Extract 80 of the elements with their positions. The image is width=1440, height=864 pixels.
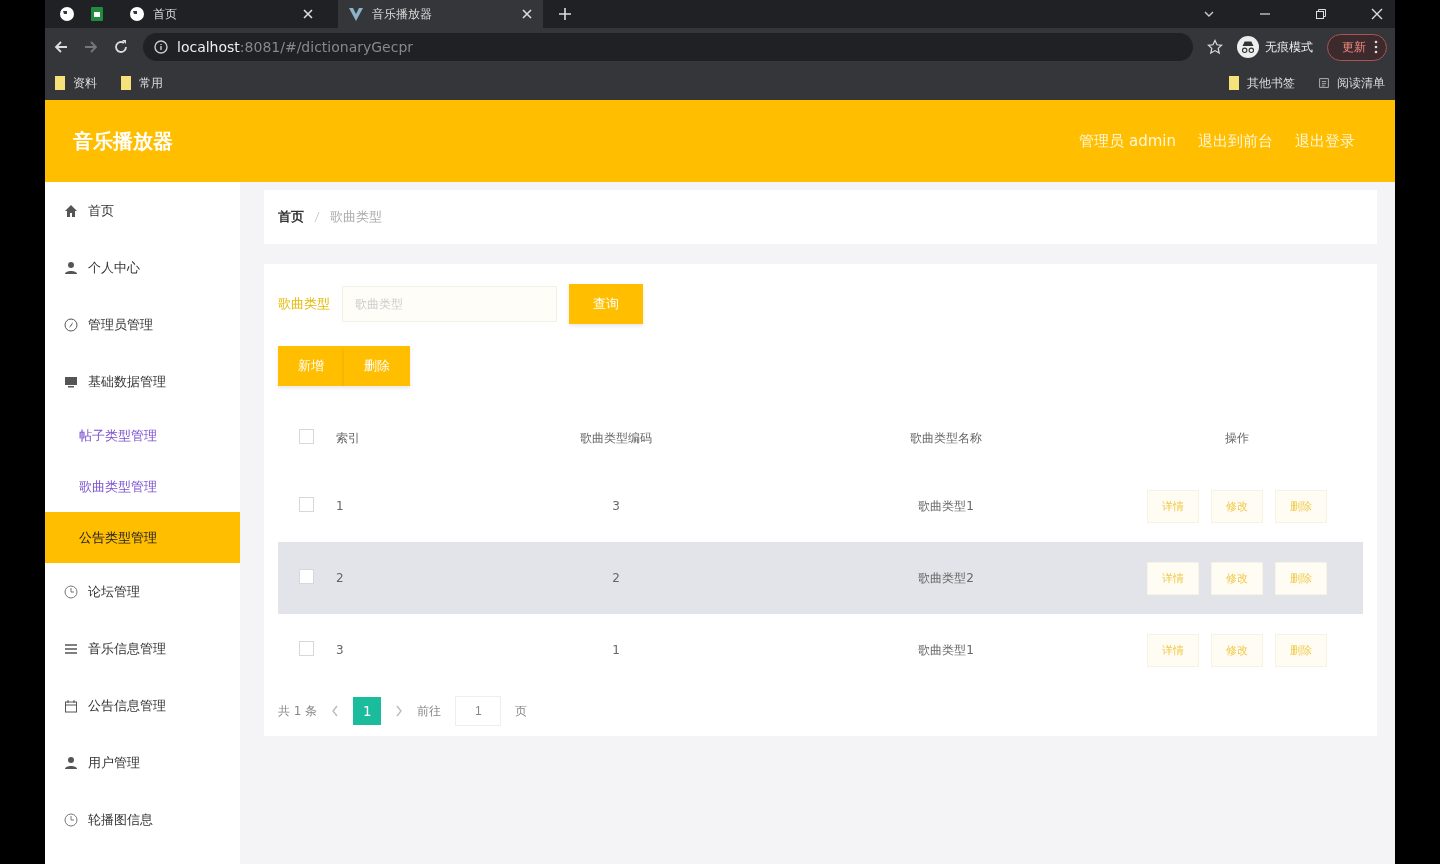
plus-icon[interactable]: [557, 6, 573, 22]
user-icon: [64, 755, 78, 770]
incognito-label: 无痕模式: [1265, 38, 1313, 56]
table-cell-text: 歌曲类型1: [917, 497, 975, 515]
globe-icon[interactable]: [59, 6, 75, 22]
checkbox[interactable]: [299, 569, 314, 584]
clock-icon: [64, 812, 78, 827]
folder-icon: [121, 76, 131, 90]
submenu-item[interactable]: 歌曲类型管理: [45, 461, 240, 512]
column-header: 索引: [335, 429, 361, 447]
forward-arrow-icon[interactable]: [83, 39, 99, 55]
total-count: 共 1 条: [278, 702, 318, 720]
close-icon[interactable]: [302, 8, 314, 20]
update-button[interactable]: 更新: [1327, 33, 1387, 61]
monitor-icon: [64, 374, 78, 389]
checkbox[interactable]: [299, 429, 314, 444]
submenu-item[interactable]: 公告类型管理: [45, 512, 240, 563]
compass-icon: [64, 317, 78, 332]
incognito-icon: [1237, 36, 1259, 58]
page-input[interactable]: 1: [455, 696, 502, 726]
table-cell: 2: [335, 542, 451, 614]
close-icon[interactable]: [1371, 8, 1383, 20]
v-logo-icon: [348, 6, 364, 22]
home-icon: [64, 203, 78, 218]
table-cell-text: 歌曲类型1: [917, 641, 975, 659]
checkbox[interactable]: [299, 641, 314, 656]
list-icon: [1319, 76, 1329, 90]
table-cell: 歌曲类型2: [780, 542, 1111, 614]
list-icon: [64, 641, 78, 656]
info-icon: [153, 39, 169, 55]
tab-title: 音乐播放器: [372, 5, 433, 23]
table-cell-text: 1: [611, 642, 621, 659]
column-header: 歌曲类型编码: [578, 429, 653, 447]
page-suffix: 页: [515, 702, 528, 720]
star-icon[interactable]: [1207, 39, 1223, 55]
restore-icon[interactable]: [1315, 8, 1327, 20]
menu-item[interactable]: 基础数据管理: [45, 353, 240, 410]
menu-item[interactable]: 首页: [45, 182, 240, 239]
browser-tab[interactable]: 首页: [119, 0, 324, 28]
goto-label: 前往: [417, 702, 442, 720]
submenu-item[interactable]: 帖子类型管理: [45, 410, 240, 461]
user-icon: [64, 260, 78, 275]
breadcrumb-item: 歌曲类型: [330, 208, 382, 226]
column-header: 歌曲类型名称: [909, 429, 983, 447]
globe-icon: [129, 6, 145, 22]
address-bar[interactable]: localhost:8081/#/dictionaryGecpr: [143, 33, 1193, 61]
table-cell-text: 3: [335, 642, 345, 659]
search-label: 歌曲类型: [278, 295, 330, 313]
table-row[interactable]: 3 1 歌曲类型1 详情 修改 删除: [278, 614, 1363, 686]
table-cell-text: 1: [335, 498, 345, 515]
menu-item[interactable]: 轮播图信息: [45, 791, 240, 848]
clock-icon: [64, 584, 78, 599]
folder-icon: [1229, 76, 1239, 90]
menu-item[interactable]: 个人中心: [45, 239, 240, 296]
menu-item[interactable]: 音乐信息管理: [45, 620, 240, 677]
menu-item[interactable]: 用户管理: [45, 734, 240, 791]
calendar-icon: [64, 698, 78, 713]
bookmark-folder[interactable]: 常用: [121, 74, 163, 92]
tab-title: 首页: [153, 5, 178, 23]
breadcrumb-item[interactable]: 首页: [278, 208, 304, 226]
browser-tab[interactable]: 音乐播放器: [338, 0, 543, 28]
more-icon: [1374, 40, 1378, 54]
back-arrow-icon[interactable]: [53, 39, 69, 55]
reload-icon[interactable]: [113, 39, 129, 55]
reading-list[interactable]: 阅读清单: [1319, 74, 1385, 92]
breadcrumb-separator: [314, 211, 320, 223]
bookmark-folder[interactable]: 其他书签: [1229, 74, 1295, 92]
checkbox[interactable]: [299, 497, 314, 512]
table-row[interactable]: 1 3 歌曲类型1 详情 修改 删除: [278, 470, 1363, 542]
spreadsheet-icon[interactable]: [89, 6, 105, 22]
menu-item[interactable]: 公告信息管理: [45, 677, 240, 734]
column-header: 操作: [1224, 429, 1250, 447]
close-icon[interactable]: [521, 8, 533, 20]
menu-item[interactable]: 论坛管理: [45, 563, 240, 620]
app-title: 音乐播放器: [73, 127, 173, 155]
menu-item[interactable]: 管理员管理: [45, 296, 240, 353]
folder-icon: [55, 76, 65, 90]
table-cell-text: 3: [611, 498, 621, 515]
table-cell: 2: [450, 542, 781, 614]
bookmark-folder[interactable]: 资料: [55, 74, 97, 92]
